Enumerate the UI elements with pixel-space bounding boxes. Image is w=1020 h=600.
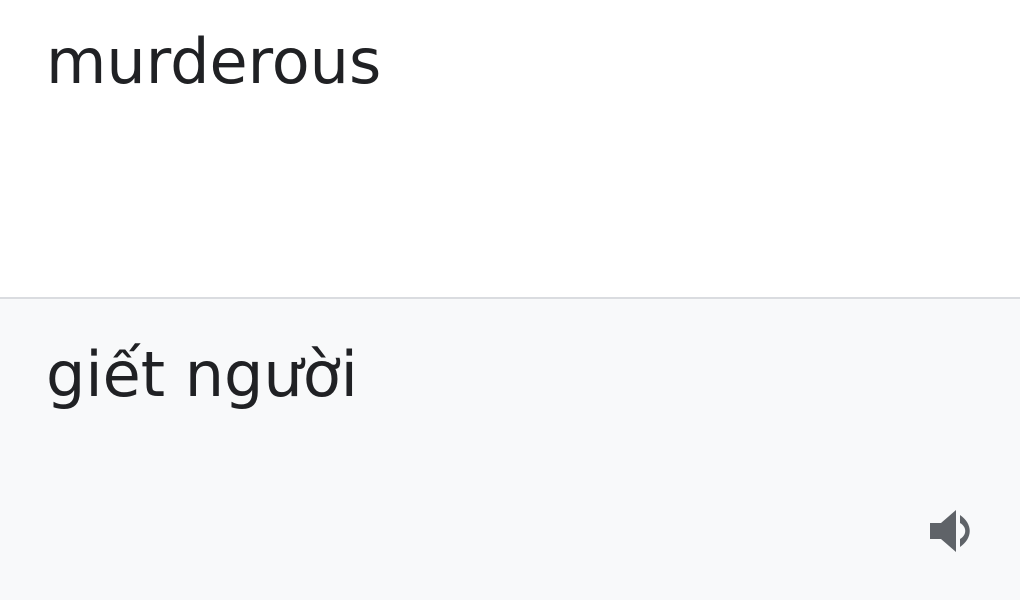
source-text[interactable]: murderous [46,26,381,98]
translate-app: murderous giết người [0,0,1020,600]
source-panel[interactable]: murderous [0,0,1020,297]
volume-up-icon [922,502,980,560]
listen-button[interactable] [916,498,986,564]
translation-text: giết người [46,338,358,411]
translation-panel: giết người [0,299,1020,600]
